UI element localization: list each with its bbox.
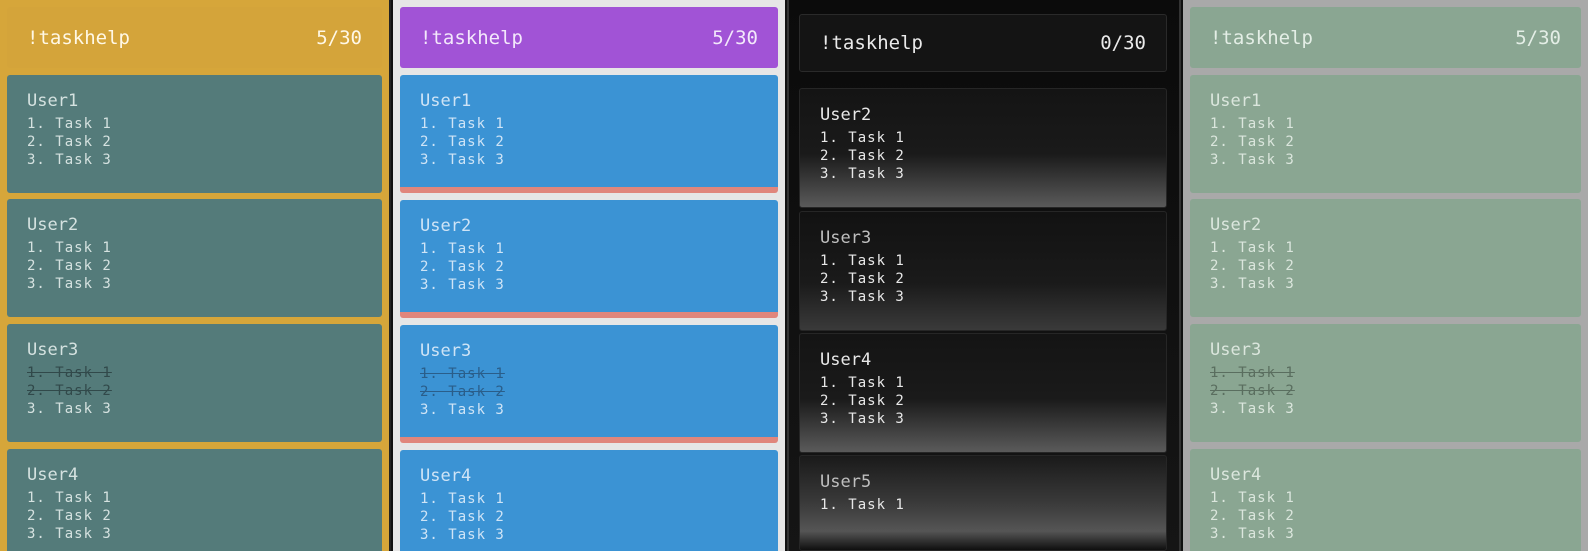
task-item: 2. Task 2 — [820, 148, 905, 164]
task-item: 1. Task 1 — [820, 375, 905, 391]
task-item: 3. Task 3 — [27, 526, 112, 542]
task-item-completed: 2. Task 2 — [1210, 383, 1295, 399]
user-name: User3 — [820, 228, 872, 248]
task-counter: 5/30 — [316, 26, 362, 49]
task-item: 2. Task 2 — [420, 134, 505, 150]
user-task-card: User5 1. Task 1 — [799, 455, 1167, 551]
task-item: 1. Task 1 — [1210, 116, 1295, 132]
user-name: User2 — [27, 215, 79, 235]
task-item: 3. Task 3 — [27, 276, 112, 292]
theme-panel-sage: !taskhelp 5/30 User1 1. Task 1 2. Task 2… — [1183, 0, 1588, 551]
command-label: !taskhelp — [27, 26, 130, 49]
user-name: User5 — [820, 472, 872, 492]
user-name: User1 — [27, 91, 79, 111]
task-item: 1. Task 1 — [420, 491, 505, 507]
task-item: 1. Task 1 — [420, 241, 505, 257]
task-counter: 5/30 — [1515, 26, 1561, 49]
task-overlay-header: !taskhelp 0/30 — [799, 14, 1167, 72]
task-item: 3. Task 3 — [420, 277, 505, 293]
task-item: 2. Task 2 — [1210, 134, 1295, 150]
user-name: User4 — [27, 465, 79, 485]
user-name: User3 — [420, 341, 472, 361]
user-task-card: User4 1. Task 1 2. Task 2 3. Task 3 — [7, 449, 382, 551]
task-item: 3. Task 3 — [1210, 152, 1295, 168]
task-item: 2. Task 2 — [27, 258, 112, 274]
task-item: 2. Task 2 — [420, 509, 505, 525]
task-item: 3. Task 3 — [420, 402, 505, 418]
user-task-card: User3 1. Task 1 2. Task 2 3. Task 3 — [7, 324, 382, 442]
user-name: User4 — [420, 466, 472, 486]
user-name: User2 — [1210, 215, 1262, 235]
user-task-card: User2 1. Task 1 2. Task 2 3. Task 3 — [1190, 199, 1581, 317]
command-label: !taskhelp — [420, 26, 523, 49]
user-name: User3 — [27, 340, 79, 360]
task-overlay-header: !taskhelp 5/30 — [400, 7, 778, 68]
task-overlay-header: !taskhelp 5/30 — [7, 7, 382, 68]
task-item: 1. Task 1 — [27, 116, 112, 132]
task-item-completed: 2. Task 2 — [27, 383, 112, 399]
theme-panel-gold: !taskhelp 5/30 User1 1. Task 1 2. Task 2… — [0, 0, 391, 551]
user-task-card: User4 1. Task 1 2. Task 2 3. Task 3 — [799, 333, 1167, 453]
task-item: 3. Task 3 — [1210, 276, 1295, 292]
task-item: 1. Task 1 — [820, 130, 905, 146]
task-item: 3. Task 3 — [1210, 401, 1295, 417]
task-overlay-header: !taskhelp 5/30 — [1190, 7, 1581, 68]
task-item-completed: 2. Task 2 — [420, 384, 505, 400]
task-item-completed: 1. Task 1 — [27, 365, 112, 381]
user-name: User3 — [1210, 340, 1262, 360]
task-item: 2. Task 2 — [820, 393, 905, 409]
task-item: 1. Task 1 — [1210, 240, 1295, 256]
task-item: 1. Task 1 — [820, 253, 905, 269]
user-name: User1 — [420, 91, 472, 111]
task-item: 2. Task 2 — [1210, 258, 1295, 274]
user-task-card: User3 1. Task 1 2. Task 2 3. Task 3 — [1190, 324, 1581, 442]
task-item: 1. Task 1 — [27, 490, 112, 506]
user-task-card: User2 1. Task 1 2. Task 2 3. Task 3 — [7, 199, 382, 317]
user-name: User2 — [820, 105, 872, 125]
task-item-completed: 1. Task 1 — [420, 366, 505, 382]
user-name: User2 — [420, 216, 472, 236]
user-task-card: User4 1. Task 1 2. Task 2 3. Task 3 — [1190, 449, 1581, 551]
task-item: 3. Task 3 — [27, 152, 112, 168]
task-item: 3. Task 3 — [27, 401, 112, 417]
user-task-card: User1 1. Task 1 2. Task 2 3. Task 3 — [400, 75, 778, 193]
task-item: 3. Task 3 — [1210, 526, 1295, 542]
user-task-card: User1 1. Task 1 2. Task 2 3. Task 3 — [1190, 75, 1581, 193]
task-item: 2. Task 2 — [27, 508, 112, 524]
task-item: 2. Task 2 — [820, 271, 905, 287]
task-item: 3. Task 3 — [820, 166, 905, 182]
user-task-card: User2 1. Task 1 2. Task 2 3. Task 3 — [799, 88, 1167, 208]
task-item: 3. Task 3 — [820, 411, 905, 427]
user-name: User4 — [820, 350, 872, 370]
user-task-card: User1 1. Task 1 2. Task 2 3. Task 3 — [7, 75, 382, 193]
user-task-card: User4 1. Task 1 2. Task 2 3. Task 3 — [400, 450, 778, 551]
theme-panel-purple: !taskhelp 5/30 User1 1. Task 1 2. Task 2… — [393, 0, 785, 551]
task-item: 3. Task 3 — [420, 152, 505, 168]
user-name: User4 — [1210, 465, 1262, 485]
task-item: 1. Task 1 — [1210, 490, 1295, 506]
task-item-completed: 1. Task 1 — [1210, 365, 1295, 381]
task-item: 3. Task 3 — [420, 527, 505, 543]
user-task-card: User3 1. Task 1 2. Task 2 3. Task 3 — [799, 211, 1167, 331]
command-label: !taskhelp — [820, 32, 923, 54]
theme-panel-dark: !taskhelp 0/30 User2 1. Task 1 2. Task 2… — [787, 0, 1181, 551]
task-item: 2. Task 2 — [27, 134, 112, 150]
task-item: 3. Task 3 — [820, 289, 905, 305]
task-item: 1. Task 1 — [27, 240, 112, 256]
task-item: 1. Task 1 — [420, 116, 505, 132]
user-task-card: User3 1. Task 1 2. Task 2 3. Task 3 — [400, 325, 778, 443]
command-label: !taskhelp — [1210, 26, 1313, 49]
user-name: User1 — [1210, 91, 1262, 111]
task-item: 2. Task 2 — [1210, 508, 1295, 524]
user-task-card: User2 1. Task 1 2. Task 2 3. Task 3 — [400, 200, 778, 318]
task-item: 1. Task 1 — [820, 497, 905, 513]
task-counter: 5/30 — [712, 26, 758, 49]
task-item: 2. Task 2 — [420, 259, 505, 275]
task-counter: 0/30 — [1100, 32, 1146, 54]
